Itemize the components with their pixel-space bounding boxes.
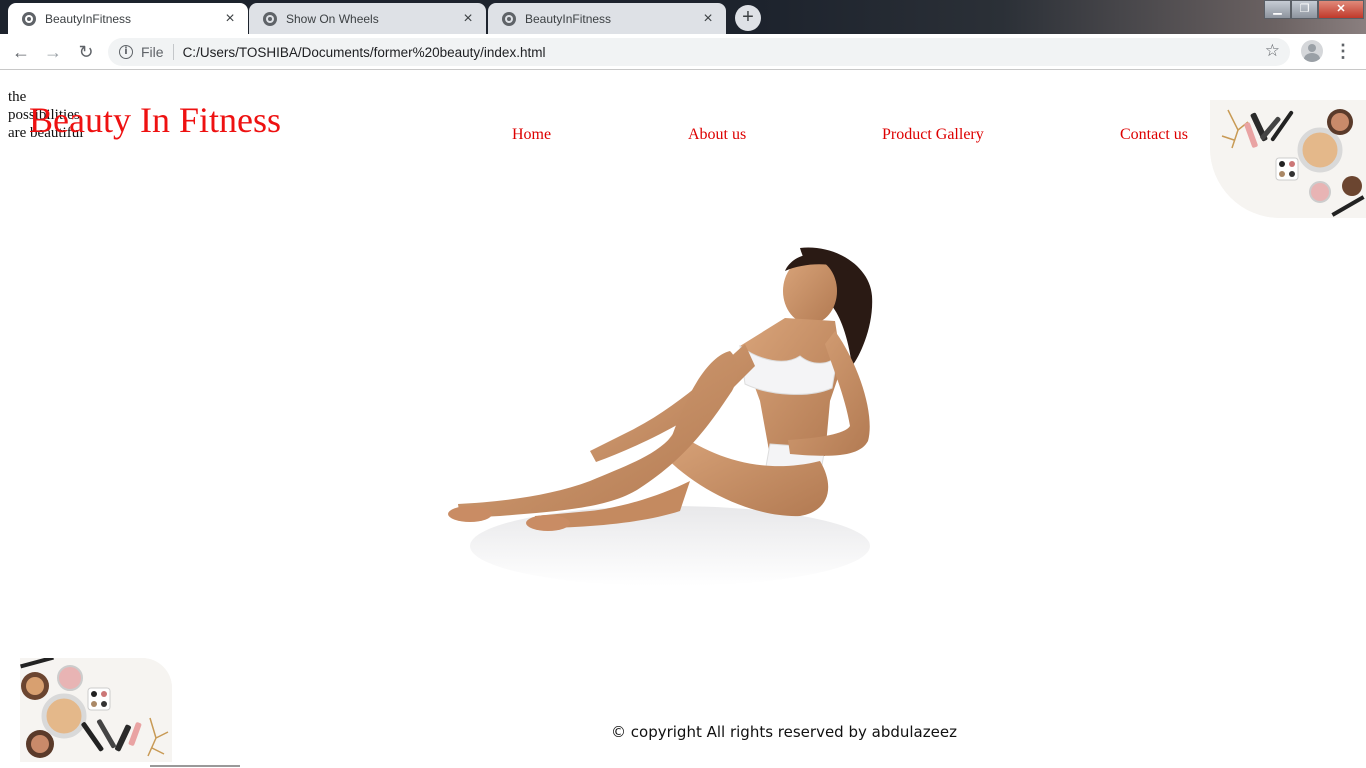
cosmetics-image-bottom	[20, 658, 172, 762]
nav-about-link[interactable]: About us	[688, 126, 746, 144]
browser-toolbar: ← → ↻ i File C:/Users/TOSHIBA/Documents/…	[0, 34, 1366, 70]
nav-contact-link[interactable]: Contact us	[1120, 126, 1188, 144]
url-text[interactable]: C:/Users/TOSHIBA/Documents/former%20beau…	[183, 45, 546, 60]
profile-icon[interactable]	[1301, 40, 1323, 62]
info-icon[interactable]: i	[119, 45, 133, 59]
window-controls: ▁ ❐ ✕	[1264, 0, 1364, 19]
site-title: Beauty In Fitness	[29, 100, 281, 140]
address-bar[interactable]: i File C:/Users/TOSHIBA/Documents/former…	[108, 38, 1290, 66]
forward-icon[interactable]: →	[41, 40, 65, 64]
tab-close-icon[interactable]: ×	[222, 10, 238, 28]
tab-close-icon[interactable]: ×	[460, 10, 476, 28]
globe-icon	[22, 11, 36, 26]
globe-icon	[502, 11, 516, 26]
menu-icon[interactable]: ⋮	[1333, 40, 1353, 64]
tab-show-on-wheels[interactable]: Show On Wheels ×	[249, 3, 486, 34]
window-close-button[interactable]: ✕	[1318, 0, 1364, 19]
star-icon[interactable]: ☆	[1265, 41, 1280, 61]
restore-button[interactable]: ❐	[1291, 0, 1318, 19]
tab-title: Show On Wheels	[286, 11, 379, 26]
tab-title: BeautyInFitness	[45, 11, 132, 26]
nav-gallery-link[interactable]: Product Gallery	[882, 126, 984, 144]
tab-strip: BeautyInFitness × Show On Wheels × Beaut…	[0, 0, 1366, 34]
nav-home-link[interactable]: Home	[512, 126, 551, 144]
hero-image	[440, 226, 885, 596]
tab-title: BeautyInFitness	[525, 11, 612, 26]
tab-close-icon[interactable]: ×	[700, 10, 716, 28]
divider	[150, 765, 240, 767]
cosmetics-image-top	[1210, 100, 1366, 218]
url-scheme: File	[141, 44, 174, 60]
page-content: the possibilities are beautiful Beauty I…	[0, 71, 1366, 768]
tab-beautyinfitness[interactable]: BeautyInFitness ×	[488, 3, 726, 34]
back-icon[interactable]: ←	[9, 40, 33, 64]
globe-icon	[263, 11, 277, 26]
copyright-text: © copyright All rights reserved by abdul…	[611, 723, 957, 741]
new-tab-button[interactable]: +	[735, 5, 761, 31]
reload-icon[interactable]: ↻	[74, 40, 98, 64]
tab-beautyinfitness-active[interactable]: BeautyInFitness ×	[8, 3, 248, 34]
minimize-button[interactable]: ▁	[1264, 0, 1291, 19]
